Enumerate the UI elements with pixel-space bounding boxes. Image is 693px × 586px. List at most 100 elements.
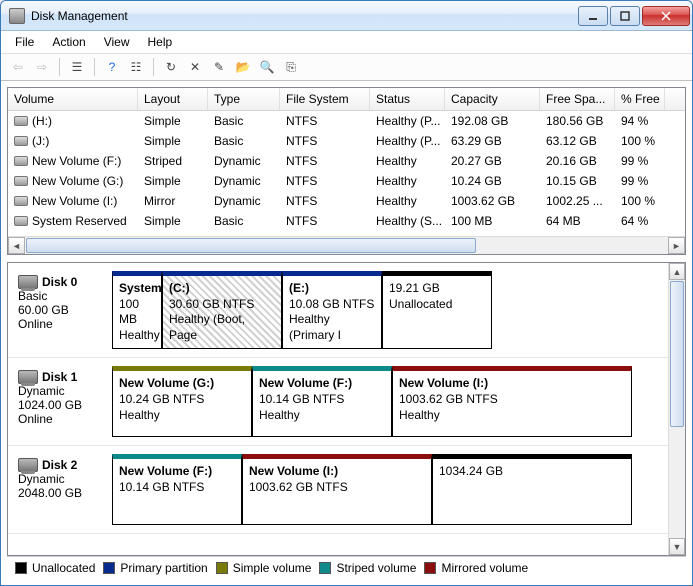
legend-swatch xyxy=(216,562,228,574)
cell: 99 % xyxy=(615,154,665,168)
volume-icon xyxy=(14,216,28,226)
volume-row[interactable]: New Volume (G:)SimpleDynamicNTFSHealthy1… xyxy=(8,171,685,191)
scroll-down-button[interactable]: ▼ xyxy=(669,538,685,555)
column-header-layout[interactable]: Layout xyxy=(138,88,208,110)
partition-block[interactable]: (C:)30.60 GB NTFSHealthy (Boot, Page xyxy=(162,271,282,349)
disk-row: Disk 0Basic60.00 GBOnlineSystem100 MBHea… xyxy=(8,263,668,358)
column-header-freespa[interactable]: Free Spa... xyxy=(540,88,615,110)
disk-icon xyxy=(18,458,38,472)
open-folder-button[interactable]: 📂 xyxy=(232,56,254,78)
menu-help[interactable]: Help xyxy=(140,33,181,51)
legend-item: Mirrored volume xyxy=(424,561,528,575)
partition-block[interactable]: New Volume (F:)10.14 GB NTFS xyxy=(112,454,242,525)
scroll-left-button[interactable]: ◄ xyxy=(8,237,25,254)
cell: New Volume (F:) xyxy=(8,154,138,168)
partition-block[interactable]: New Volume (G:)10.24 GB NTFSHealthy xyxy=(112,366,252,437)
legend-swatch xyxy=(103,562,115,574)
horizontal-scrollbar[interactable]: ◄ ► xyxy=(8,236,685,254)
column-header-type[interactable]: Type xyxy=(208,88,280,110)
column-header-capacity[interactable]: Capacity xyxy=(445,88,540,110)
properties-button[interactable]: ✎ xyxy=(208,56,230,78)
pane-splitter[interactable] xyxy=(7,255,686,262)
partition-block[interactable]: New Volume (I:)1003.62 GB NTFS xyxy=(242,454,432,525)
cell: 99 % xyxy=(615,174,665,188)
cell: Basic xyxy=(208,114,280,128)
cell: 64 MB xyxy=(540,214,615,228)
volume-row[interactable]: System ReservedSimpleBasicNTFSHealthy (S… xyxy=(8,211,685,231)
disk-info: Disk 1Dynamic1024.00 GBOnline xyxy=(12,366,112,437)
delete-button[interactable]: ✕ xyxy=(184,56,206,78)
disk-info: Disk 0Basic60.00 GBOnline xyxy=(12,271,112,349)
column-header-volume[interactable]: Volume xyxy=(8,88,138,110)
cell: Basic xyxy=(208,134,280,148)
cell: Healthy (P... xyxy=(370,134,445,148)
show-hide-console-tree-button[interactable]: ☰ xyxy=(66,56,88,78)
partition-block[interactable]: System100 MBHealthy xyxy=(112,271,162,349)
window-title: Disk Management xyxy=(31,9,576,23)
menu-view[interactable]: View xyxy=(96,33,138,51)
volume-row[interactable]: New Volume (F:)StripedDynamicNTFSHealthy… xyxy=(8,151,685,171)
legend: UnallocatedPrimary partitionSimple volum… xyxy=(7,556,686,579)
volume-row[interactable]: New Volume (I:)MirrorDynamicNTFSHealthy1… xyxy=(8,191,685,211)
cell: 63.12 GB xyxy=(540,134,615,148)
scroll-up-button[interactable]: ▲ xyxy=(669,263,685,280)
cell: 64 % xyxy=(615,214,665,228)
legend-item: Unallocated xyxy=(15,561,95,575)
legend-item: Simple volume xyxy=(216,561,312,575)
disk-management-window: Disk Management File Action View Help ⇦ … xyxy=(0,0,693,586)
cell: System Reserved xyxy=(8,214,138,228)
cell: 10.15 GB xyxy=(540,174,615,188)
volume-icon xyxy=(14,136,28,146)
disk-graphical-view[interactable]: Disk 0Basic60.00 GBOnlineSystem100 MBHea… xyxy=(7,262,686,556)
scroll-right-button[interactable]: ► xyxy=(668,237,685,254)
cell: (H:) xyxy=(8,114,138,128)
menu-action[interactable]: Action xyxy=(44,33,93,51)
vscroll-thumb[interactable] xyxy=(670,281,684,427)
partition-block[interactable]: 1034.24 GB xyxy=(432,454,632,525)
volume-list-header[interactable]: VolumeLayoutTypeFile SystemStatusCapacit… xyxy=(8,88,685,111)
partition-block[interactable]: 19.21 GBUnallocated xyxy=(382,271,492,349)
cell: NTFS xyxy=(280,154,370,168)
minimize-button[interactable] xyxy=(578,6,608,26)
disk-icon xyxy=(18,275,38,289)
settings-button[interactable]: ☷ xyxy=(125,56,147,78)
partition-block[interactable]: (E:)10.08 GB NTFSHealthy (Primary I xyxy=(282,271,382,349)
search-button[interactable]: 🔍 xyxy=(256,56,278,78)
maximize-button[interactable] xyxy=(610,6,640,26)
cell: Healthy (S... xyxy=(370,214,445,228)
help-button[interactable]: ? xyxy=(101,56,123,78)
cell: Dynamic xyxy=(208,194,280,208)
cell: 63.29 GB xyxy=(445,134,540,148)
cell: 100 % xyxy=(615,194,665,208)
rescan-disks-button[interactable]: ⎘ xyxy=(280,56,302,78)
menu-file[interactable]: File xyxy=(7,33,42,51)
partition-block[interactable]: New Volume (F:)10.14 GB NTFSHealthy xyxy=(252,366,392,437)
volume-list[interactable]: VolumeLayoutTypeFile SystemStatusCapacit… xyxy=(7,87,686,255)
refresh-button[interactable]: ↻ xyxy=(160,56,182,78)
column-header-filesystem[interactable]: File System xyxy=(280,88,370,110)
column-header-status[interactable]: Status xyxy=(370,88,445,110)
app-icon xyxy=(9,8,25,24)
close-button[interactable] xyxy=(642,6,690,26)
vertical-scrollbar[interactable]: ▲ ▼ xyxy=(668,263,685,555)
column-header-free[interactable]: % Free xyxy=(615,88,665,110)
toolbar: ⇦ ⇨ ☰ ? ☷ ↻ ✕ ✎ 📂 🔍 ⎘ xyxy=(1,53,692,81)
forward-button: ⇨ xyxy=(31,56,53,78)
cell: 10.24 GB xyxy=(445,174,540,188)
disk-row: Disk 1Dynamic1024.00 GBOnlineNew Volume … xyxy=(8,358,668,446)
cell: 180.56 GB xyxy=(540,114,615,128)
cell: NTFS xyxy=(280,214,370,228)
volume-row[interactable]: (H:)SimpleBasicNTFSHealthy (P...192.08 G… xyxy=(8,111,685,131)
cell: 20.27 GB xyxy=(445,154,540,168)
partition-block[interactable]: New Volume (I:)1003.62 GB NTFSHealthy xyxy=(392,366,632,437)
cell: Simple xyxy=(138,214,208,228)
volume-icon xyxy=(14,116,28,126)
cell: 94 % xyxy=(615,114,665,128)
scroll-thumb[interactable] xyxy=(26,238,476,253)
cell: 20.16 GB xyxy=(540,154,615,168)
titlebar[interactable]: Disk Management xyxy=(1,1,692,31)
cell: Mirror xyxy=(138,194,208,208)
legend-item: Striped volume xyxy=(319,561,416,575)
cell: Basic xyxy=(208,214,280,228)
volume-row[interactable]: (J:)SimpleBasicNTFSHealthy (P...63.29 GB… xyxy=(8,131,685,151)
